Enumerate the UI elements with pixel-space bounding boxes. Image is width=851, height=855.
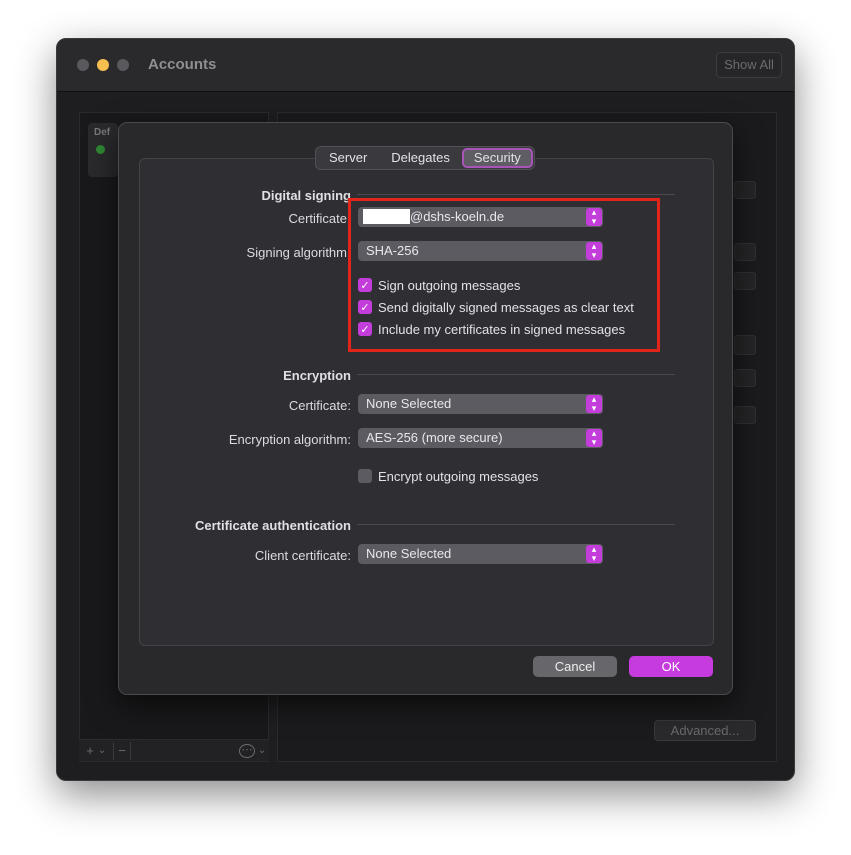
encrypt-outgoing-label: Encrypt outgoing messages (378, 468, 539, 484)
account-name: Def (94, 127, 111, 138)
up-down-chevron-icon: ▴ ▾ (586, 429, 602, 447)
online-status-icon (96, 145, 105, 154)
client-certificate-popup[interactable]: None Selected ▴ ▾ (358, 544, 603, 564)
encryption-title: Encryption (283, 368, 351, 383)
show-all-button[interactable]: Show All (716, 52, 782, 78)
section-divider (357, 374, 675, 375)
tab-security[interactable]: Security (461, 148, 533, 168)
encryption-algorithm-popup[interactable]: AES-256 (more secure) ▴ ▾ (358, 428, 603, 448)
encryption-certificate-label: Certificate: (288, 398, 351, 413)
accounts-list-toolbar: + ⌄ − ⋯ ⌄ (79, 739, 269, 761)
window-title: Accounts (148, 56, 217, 73)
up-down-chevron-icon: ▴ ▾ (586, 395, 602, 413)
section-divider (357, 524, 675, 525)
close-window-button[interactable] (77, 59, 89, 71)
annotation-highlight-box (348, 198, 660, 352)
encryption-certificate-popup[interactable]: None Selected ▴ ▾ (358, 394, 603, 414)
digital-signing-title: Digital signing (261, 188, 351, 203)
remove-account-button[interactable]: − (113, 742, 131, 760)
encryption-certificate-value: None Selected (366, 396, 452, 411)
client-certificate-label: Client certificate: (254, 548, 351, 563)
encrypt-outgoing-checkbox[interactable] (358, 469, 372, 483)
signing-certificate-label: Certificate (288, 211, 347, 226)
background-field (734, 272, 756, 290)
cert-auth-title: Certificate authentication (194, 518, 351, 533)
encryption-algorithm-value: AES-256 (more secure) (366, 430, 503, 445)
ok-button[interactable]: OK (629, 656, 713, 677)
section-divider (357, 194, 675, 195)
add-menu-chevron-icon[interactable]: ⌄ (97, 742, 107, 760)
tab-server[interactable]: Server (317, 148, 379, 168)
zoom-window-button[interactable] (117, 59, 129, 71)
up-down-chevron-icon: ▴ ▾ (586, 545, 602, 563)
background-field (734, 181, 756, 199)
background-field (734, 243, 756, 261)
signing-algorithm-label: Signing algorithm (246, 245, 347, 260)
tab-delegates[interactable]: Delegates (379, 148, 462, 168)
encryption-algorithm-label: Encryption algorithm: (228, 432, 351, 447)
background-field (734, 406, 756, 424)
background-field (734, 369, 756, 387)
more-menu-chevron-icon[interactable]: ⌄ (257, 742, 267, 760)
tab-bar: Server Delegates Security (315, 146, 535, 170)
background-popup (734, 335, 756, 355)
more-options-icon[interactable]: ⋯ (239, 744, 255, 758)
account-item[interactable]: Def (88, 123, 118, 177)
minimize-window-button[interactable] (97, 59, 109, 71)
advanced-button[interactable]: Advanced... (654, 720, 756, 741)
cancel-button[interactable]: Cancel (533, 656, 617, 677)
titlebar: Accounts Show All (57, 39, 794, 92)
client-certificate-value: None Selected (366, 546, 452, 561)
encrypt-outgoing-row[interactable]: Encrypt outgoing messages (358, 468, 538, 484)
add-account-button[interactable]: + (83, 742, 97, 760)
